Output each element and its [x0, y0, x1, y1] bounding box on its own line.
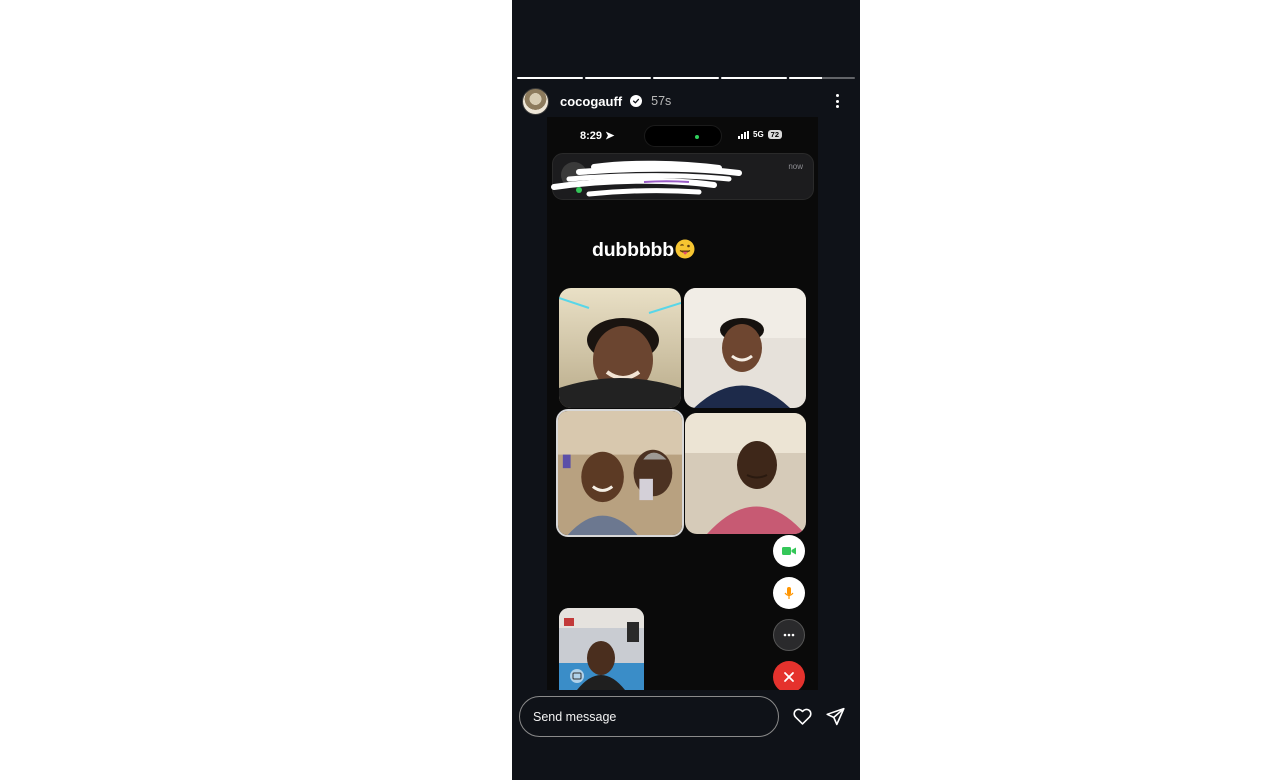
send-message-input[interactable] [519, 696, 779, 737]
microphone-toggle-button[interactable] [773, 577, 805, 609]
self-view-video[interactable] [559, 608, 644, 690]
video-icon [782, 547, 796, 555]
microphone-icon [784, 587, 794, 599]
signal-icon [738, 130, 749, 139]
dynamic-island [644, 125, 722, 147]
participant-video-tile[interactable] [559, 288, 681, 408]
notification-time: now [788, 162, 803, 171]
status-indicators: 5G 72 [738, 130, 783, 139]
participant-video-tile[interactable] [685, 413, 806, 534]
story-reply-bar [512, 690, 860, 780]
end-call-button[interactable] [773, 661, 805, 690]
story-viewer: cocogauff 57s 8:29 ➤ 5G 72 now dubbbbb S… [512, 0, 860, 780]
story-media[interactable]: 8:29 ➤ 5G 72 now dubbbbb [547, 117, 818, 690]
end-call-icon [784, 672, 794, 682]
more-vertical-icon[interactable] [834, 94, 840, 108]
send-icon[interactable] [825, 706, 846, 727]
status-time: 8:29 ➤ [580, 130, 615, 142]
progress-segment [721, 77, 787, 79]
phone-status-bar: 8:29 ➤ 5G 72 [547, 117, 818, 155]
progress-segment [517, 77, 583, 79]
story-timestamp: 57s [651, 94, 672, 108]
story-caption: dubbbbb [592, 239, 695, 262]
story-progress-bar [517, 77, 855, 79]
participant-video-tile-active[interactable] [556, 409, 684, 537]
network-type: 5G [753, 130, 764, 139]
story-header: cocogauff 57s [522, 87, 852, 115]
battery-level: 72 [767, 130, 783, 139]
progress-segment [585, 77, 651, 79]
video-toggle-button[interactable] [773, 535, 805, 567]
verified-badge-icon [630, 95, 643, 107]
username[interactable]: cocogauff [560, 94, 622, 109]
tongue-out-emoji-icon [675, 239, 695, 259]
caption-text: dubbbbb [592, 239, 674, 261]
avatar[interactable] [522, 87, 549, 115]
heart-icon[interactable] [792, 706, 813, 727]
more-options-button[interactable] [773, 619, 805, 651]
notification-banner: now [551, 153, 814, 200]
progress-segment [789, 77, 855, 79]
participant-video-tile[interactable] [684, 288, 806, 408]
redaction-scribble [551, 160, 742, 197]
more-horizontal-icon [783, 633, 795, 637]
progress-segment [653, 77, 719, 79]
